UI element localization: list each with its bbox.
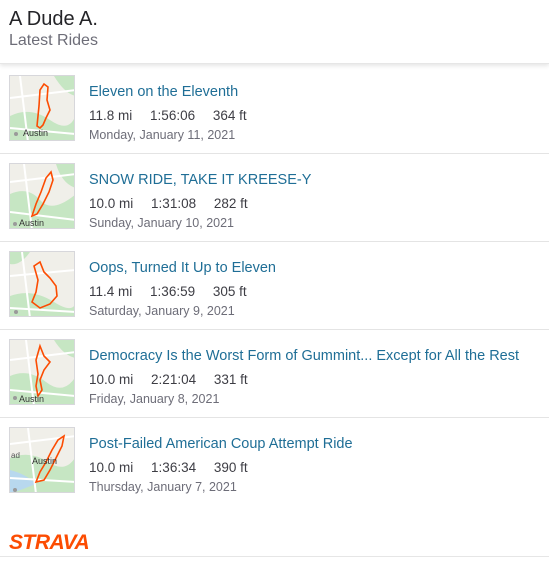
ride-title-link[interactable]: Democracy Is the Worst Form of Gummint..… xyxy=(89,348,519,364)
footer-divider xyxy=(0,556,549,557)
ride-item: ad Austin Post-Failed American Coup Atte… xyxy=(0,418,549,506)
map-city-label: Austin xyxy=(32,456,57,466)
ride-item: Austin Eleven on the Eleventh 11.8 mi 1:… xyxy=(0,66,549,154)
ride-date: Monday, January 11, 2021 xyxy=(89,128,236,142)
ride-moving-time: 1:31:08 xyxy=(151,196,197,211)
map-city-label: Austin xyxy=(23,128,48,138)
ride-stats: 11.8 mi 1:56:06 364 ft xyxy=(89,108,261,123)
ride-item: Austin SNOW RIDE, TAKE IT KREESE-Y 10.0 … xyxy=(0,154,549,242)
ride-elevation: 282 ft xyxy=(213,196,248,211)
ride-date: Sunday, January 10, 2021 xyxy=(89,216,235,230)
ride-map-thumbnail[interactable]: Austin xyxy=(9,339,75,405)
athlete-name[interactable]: A Dude A. xyxy=(9,8,98,31)
widget-header: A Dude A. Latest Rides xyxy=(0,0,549,64)
ride-stats: 10.0 mi 1:36:34 390 ft xyxy=(89,460,262,475)
map-city-label: Austin xyxy=(19,218,44,228)
ride-elevation: 305 ft xyxy=(212,284,247,299)
ride-list: Austin Eleven on the Eleventh 11.8 mi 1:… xyxy=(0,66,549,506)
ride-distance: 10.0 mi xyxy=(89,372,134,387)
ride-stats: 10.0 mi 1:31:08 282 ft xyxy=(89,196,262,211)
strava-logo[interactable]: STRAVA xyxy=(9,530,105,552)
ride-elevation: 331 ft xyxy=(213,372,248,387)
ride-title-link[interactable]: Oops, Turned It Up to Eleven xyxy=(89,260,276,276)
ride-map-thumbnail[interactable]: Austin xyxy=(9,163,75,229)
widget-footer: STRAVA xyxy=(0,524,549,560)
svg-text:ad: ad xyxy=(11,451,20,460)
ride-moving-time: 1:56:06 xyxy=(150,108,196,123)
ride-distance: 11.8 mi xyxy=(89,108,133,123)
ride-date: Thursday, January 7, 2021 xyxy=(89,480,237,494)
ride-moving-time: 1:36:59 xyxy=(150,284,196,299)
ride-elevation: 364 ft xyxy=(212,108,247,123)
ride-map-thumbnail[interactable]: Austin xyxy=(9,75,75,141)
ride-distance: 11.4 mi xyxy=(89,284,133,299)
ride-stats: 10.0 mi 2:21:04 331 ft xyxy=(89,372,262,387)
ride-map-thumbnail[interactable]: ad Austin xyxy=(9,427,75,493)
ride-stats: 11.4 mi 1:36:59 305 ft xyxy=(89,284,261,299)
section-subtitle: Latest Rides xyxy=(9,32,98,49)
ride-title-link[interactable]: Post-Failed American Coup Attempt Ride xyxy=(89,436,353,452)
ride-distance: 10.0 mi xyxy=(89,460,134,475)
ride-title-link[interactable]: SNOW RIDE, TAKE IT KREESE-Y xyxy=(89,172,311,188)
ride-moving-time: 1:36:34 xyxy=(151,460,197,475)
ride-date: Friday, January 8, 2021 xyxy=(89,392,220,406)
ride-item: Austin Democracy Is the Worst Form of Gu… xyxy=(0,330,549,418)
ride-date: Saturday, January 9, 2021 xyxy=(89,304,235,318)
ride-item: Oops, Turned It Up to Eleven 11.4 mi 1:3… xyxy=(0,242,549,330)
map-city-label: Austin xyxy=(19,394,44,404)
ride-map-thumbnail[interactable] xyxy=(9,251,75,317)
ride-elevation: 390 ft xyxy=(213,460,248,475)
strava-logo-text: STRAVA xyxy=(9,531,89,552)
ride-distance: 10.0 mi xyxy=(89,196,134,211)
ride-title-link[interactable]: Eleven on the Eleventh xyxy=(89,84,238,100)
ride-moving-time: 2:21:04 xyxy=(151,372,197,387)
